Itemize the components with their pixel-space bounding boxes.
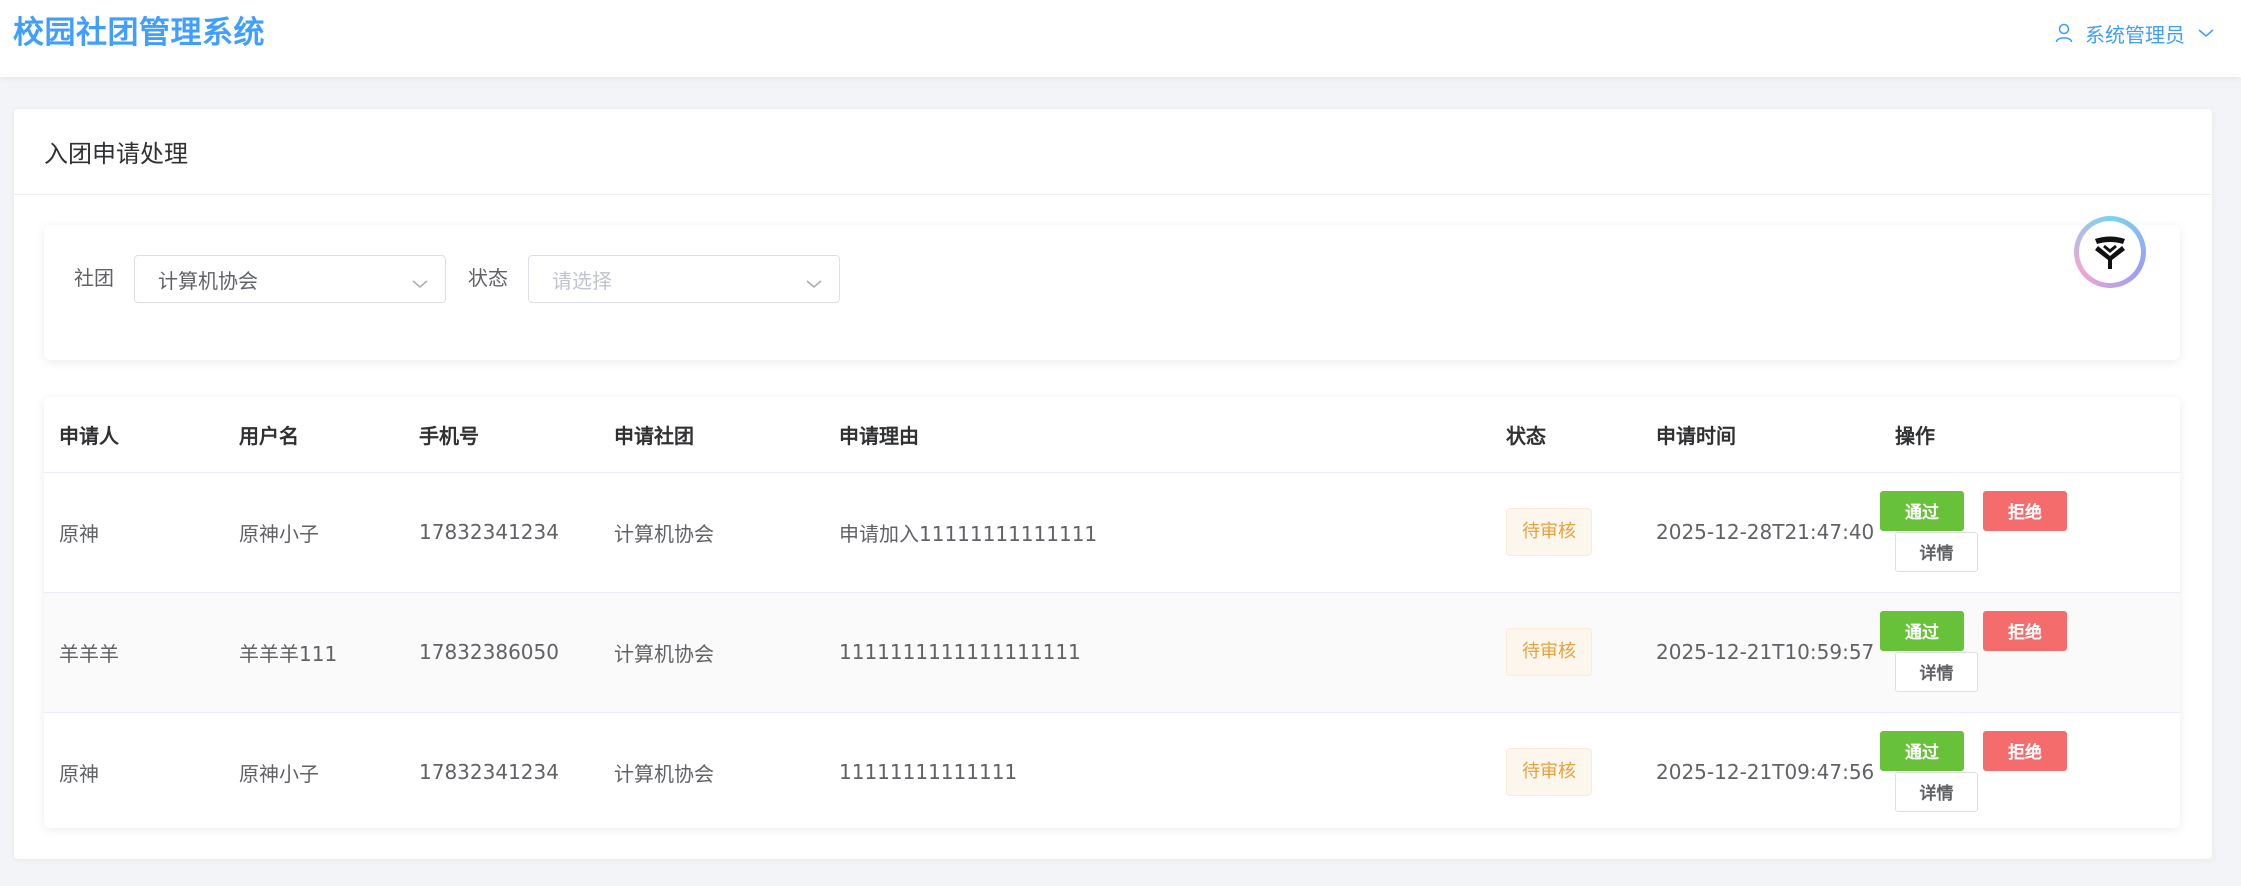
- cell-actions: 通过 拒绝 详情: [1880, 712, 2180, 828]
- cell-club: 计算机协会: [599, 472, 824, 593]
- club-filter-label: 社团: [74, 266, 114, 290]
- reject-button[interactable]: 拒绝: [1983, 730, 2067, 771]
- cell-club: 计算机协会: [599, 712, 824, 828]
- reject-button[interactable]: 拒绝: [1983, 490, 2067, 531]
- status-badge: 待审核: [1506, 508, 1592, 556]
- table-row: 原神 原神小子 17832341234 计算机协会 11111111111111…: [44, 712, 2180, 828]
- chevron-down-icon: [411, 272, 429, 296]
- user-name: 系统管理员: [2085, 22, 2185, 47]
- table-row: 羊羊羊 羊羊羊111 17832386050 计算机协会 11111111111…: [44, 592, 2180, 713]
- cell-actions: 通过 拒绝 详情: [1880, 472, 2180, 593]
- column-header-phone: 手机号: [404, 397, 599, 473]
- cell-phone: 17832341234: [404, 712, 599, 828]
- column-header-club: 申请社团: [599, 397, 824, 473]
- cell-status: 待审核: [1491, 472, 1641, 593]
- cell-club: 计算机协会: [599, 592, 824, 713]
- chevron-down-icon: [2197, 27, 2215, 39]
- cell-actions: 通过 拒绝 详情: [1880, 592, 2180, 713]
- cell-phone: 17832386050: [404, 592, 599, 713]
- status-select[interactable]: 请选择: [528, 255, 840, 303]
- user-menu[interactable]: 系统管理员: [2055, 14, 2215, 52]
- card-header: 入团申请处理: [14, 109, 2212, 195]
- club-select[interactable]: 计算机协会: [134, 255, 446, 303]
- column-header-reason: 申请理由: [824, 397, 1491, 473]
- detail-button[interactable]: 详情: [1895, 771, 1978, 812]
- detail-button[interactable]: 详情: [1895, 651, 1978, 692]
- column-header-actions: 操作: [1880, 397, 2180, 473]
- column-header-username: 用户名: [224, 397, 404, 473]
- cell-time: 2025-12-28T21:47:40: [1641, 472, 1880, 593]
- cell-status: 待审核: [1491, 712, 1641, 828]
- table-header-row: 申请人 用户名 手机号 申请社团 申请理由 状态 申请时间 操作: [44, 397, 2180, 473]
- applications-table: 申请人 用户名 手机号 申请社团 申请理由 状态 申请时间 操作 原神 原神小子…: [44, 397, 2180, 828]
- cell-username: 羊羊羊111: [224, 592, 404, 713]
- approve-button[interactable]: 通过: [1880, 730, 1964, 771]
- cell-applicant: 原神: [44, 472, 224, 593]
- status-select-placeholder: 请选择: [552, 268, 612, 293]
- cell-phone: 17832341234: [404, 472, 599, 593]
- approve-button[interactable]: 通过: [1880, 610, 1964, 651]
- assistant-glyph-icon: [2095, 236, 2125, 269]
- club-select-value: 计算机协会: [158, 268, 258, 293]
- cell-applicant: 羊羊羊: [44, 592, 224, 713]
- column-header-status: 状态: [1491, 397, 1641, 473]
- assistant-logo-icon[interactable]: [2074, 216, 2146, 288]
- cell-time: 2025-12-21T09:47:56: [1641, 712, 1880, 828]
- top-bar: 校园社团管理系统 系统管理员: [0, 0, 2241, 77]
- cell-reason: 11111111111111: [824, 712, 1491, 828]
- cell-reason: 申请加入11111111111111: [824, 472, 1491, 593]
- main-card: 入团申请处理 社团 计算机协会 状态 请选择 申请人 用户名 手机号 申请社团 …: [14, 109, 2212, 859]
- cell-applicant: 原神: [44, 712, 224, 828]
- table-row: 原神 原神小子 17832341234 计算机协会 申请加入1111111111…: [44, 472, 2180, 593]
- column-header-time: 申请时间: [1641, 397, 1880, 473]
- user-icon: [2055, 23, 2073, 43]
- status-filter-label: 状态: [468, 266, 508, 290]
- page-title: 入团申请处理: [44, 140, 188, 168]
- status-badge: 待审核: [1506, 748, 1592, 796]
- column-header-applicant: 申请人: [44, 397, 224, 473]
- cell-status: 待审核: [1491, 592, 1641, 713]
- cell-reason: 1111111111111111111: [824, 592, 1491, 713]
- filter-panel: 社团 计算机协会 状态 请选择: [44, 225, 2180, 360]
- chevron-down-icon: [805, 272, 823, 296]
- cell-username: 原神小子: [224, 712, 404, 828]
- approve-button[interactable]: 通过: [1880, 490, 1964, 531]
- reject-button[interactable]: 拒绝: [1983, 610, 2067, 651]
- status-badge: 待审核: [1506, 628, 1592, 676]
- app-title: 校园社团管理系统: [13, 15, 265, 51]
- cell-time: 2025-12-21T10:59:57: [1641, 592, 1880, 713]
- cell-username: 原神小子: [224, 472, 404, 593]
- detail-button[interactable]: 详情: [1895, 531, 1978, 572]
